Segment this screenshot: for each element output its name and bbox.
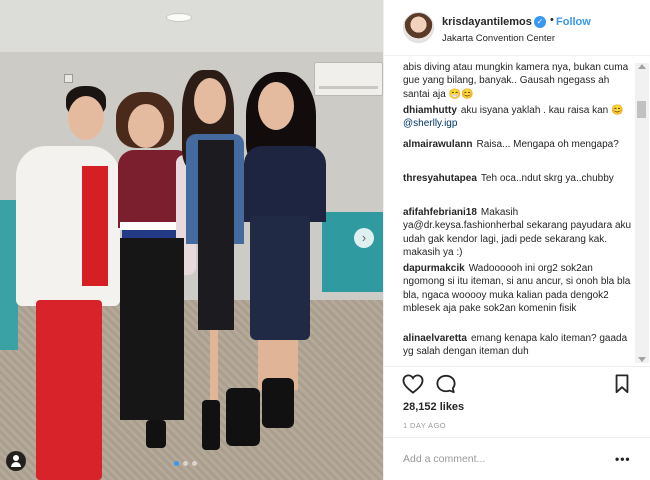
ceiling-light	[166, 13, 192, 22]
post-header: krisdayantilemos ✓ • Follow Jakarta Conv…	[384, 0, 650, 56]
avatar[interactable]	[403, 12, 434, 43]
user-tag-icon[interactable]	[6, 451, 26, 471]
comment-item: alinaelvaretta emang kenapa kalo iteman? …	[403, 332, 633, 359]
heart-icon[interactable]	[402, 374, 424, 394]
carousel-indicator	[174, 461, 197, 466]
comment-text: aku isyana yaklah . kau raisa kan 😊	[460, 105, 624, 116]
comment-item: thresyahutapea Teh oca..ndut skrg ya..chu…	[403, 172, 633, 185]
wall-outlet	[64, 74, 73, 83]
separator-dot: •	[550, 14, 554, 26]
comment-text: Raisa... Mengapa oh mengapa?	[476, 139, 619, 150]
comment-username[interactable]: alinaelvaretta	[403, 333, 467, 344]
scroll-down-arrow-icon[interactable]	[638, 357, 646, 362]
username-link[interactable]: krisdayantilemos	[442, 16, 532, 28]
scroll-thumb[interactable]	[637, 101, 646, 118]
comment-text: abis diving atau mungkin kamera nya, buk…	[403, 62, 629, 100]
comment-input[interactable]	[403, 450, 603, 468]
action-bar	[384, 366, 650, 400]
ceiling	[0, 0, 383, 52]
comment-text: Teh oca..ndut skrg ya..chubby	[480, 173, 614, 184]
add-comment-bar: •••	[384, 437, 650, 480]
comment-list[interactable]: abis diving atau mungkin kamera nya, buk…	[384, 57, 650, 365]
like-count[interactable]: 28,152 likes	[403, 401, 464, 413]
follow-button[interactable]: Follow	[556, 16, 591, 28]
air-conditioner	[314, 62, 383, 96]
post-timestamp[interactable]: 1 DAY AGO	[403, 421, 446, 430]
comment-username[interactable]: dapurmakcik	[403, 263, 465, 274]
post-side-panel: krisdayantilemos ✓ • Follow Jakarta Conv…	[383, 0, 650, 480]
bookmark-icon[interactable]	[611, 374, 633, 394]
carousel-dot	[183, 461, 188, 466]
comment-item: dhiamhutty aku isyana yaklah . kau raisa …	[403, 104, 633, 131]
comment-item: dapurmakcik Wadoooooh ini org2 sok2an ngo…	[403, 262, 633, 316]
comment-icon[interactable]	[435, 374, 457, 394]
more-options-button[interactable]: •••	[615, 452, 631, 466]
comment-item: almairawulann Raisa... Mengapa oh mengapa…	[403, 138, 633, 151]
comment-item: abis diving atau mungkin kamera nya, buk…	[403, 61, 633, 101]
teal-table	[322, 212, 383, 292]
post-photo[interactable]: ›	[0, 0, 383, 480]
carousel-next-button[interactable]: ›	[354, 228, 374, 248]
comments-scrollbar[interactable]	[635, 63, 649, 363]
scroll-up-arrow-icon[interactable]	[638, 64, 646, 69]
comment-username[interactable]: afifahfebriani18	[403, 207, 477, 218]
location-link[interactable]: Jakarta Convention Center	[442, 33, 555, 44]
verified-badge-icon: ✓	[534, 16, 546, 28]
comment-username[interactable]: almairawulann	[403, 139, 472, 150]
comment-username[interactable]: thresyahutapea	[403, 173, 477, 184]
comment-username[interactable]: dhiamhutty	[403, 105, 457, 116]
carousel-dot	[192, 461, 197, 466]
carousel-dot	[174, 461, 179, 466]
comment-item: afifahfebriani18 Makasih ya@dr.keysa.fash…	[403, 206, 633, 260]
comment-mention[interactable]: @sherlly.igp	[403, 118, 457, 129]
